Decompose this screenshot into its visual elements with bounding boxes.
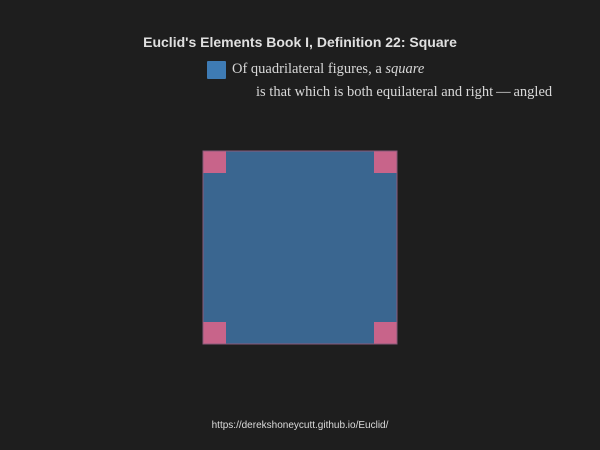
square-figure — [202, 150, 398, 345]
right-angle-marker-top-left — [203, 151, 226, 173]
right-angle-marker-top-right — [374, 151, 397, 173]
right-angle-marker-bottom-right — [374, 322, 397, 344]
right-angle-marker-bottom-left — [203, 322, 226, 344]
square-body — [203, 151, 397, 344]
source-url: https://derekshoneycutt.github.io/Euclid… — [211, 420, 389, 431]
